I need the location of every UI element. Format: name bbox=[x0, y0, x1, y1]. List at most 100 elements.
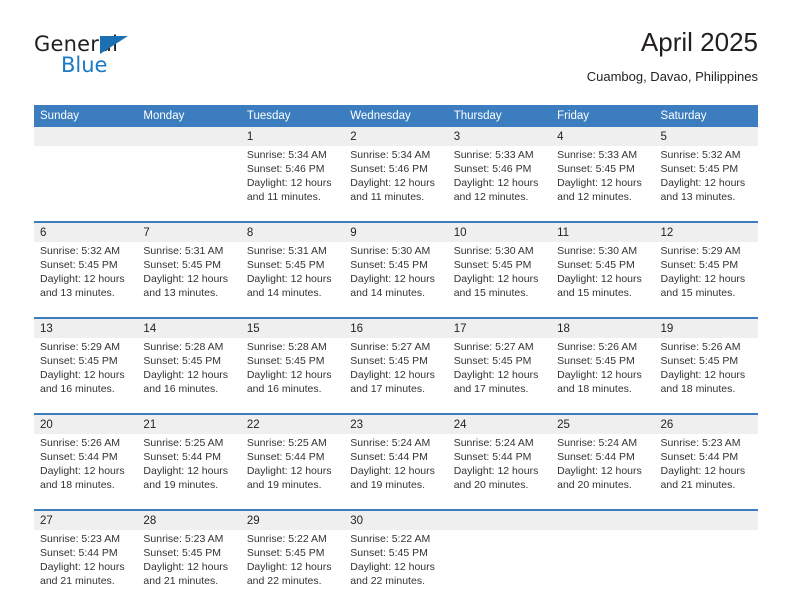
day-number[interactable]: 3 bbox=[447, 127, 552, 146]
daylight-text: Daylight: 12 hours and 12 minutes. bbox=[453, 176, 539, 203]
day-number[interactable]: 2 bbox=[344, 127, 448, 146]
daylight-text: Daylight: 12 hours and 14 minutes. bbox=[350, 272, 435, 299]
day-cell[interactable]: Sunrise: 5:31 AM Sunset: 5:45 PM Daylight:… bbox=[240, 242, 345, 317]
day-cell[interactable]: Sunrise: 5:26 AM Sunset: 5:45 PM Daylight:… bbox=[654, 338, 758, 413]
day-number[interactable]: 17 bbox=[447, 319, 552, 338]
daylight-text: Daylight: 12 hours and 18 minutes. bbox=[40, 464, 125, 491]
sunrise-text: Sunrise: 5:33 AM bbox=[453, 149, 534, 161]
day-number[interactable]: 4 bbox=[551, 127, 655, 146]
daylight-text: Daylight: 12 hours and 22 minutes. bbox=[246, 560, 332, 587]
day-cell[interactable]: Sunrise: 5:31 AM Sunset: 5:45 PM Daylight:… bbox=[137, 242, 241, 317]
day-cell[interactable]: Sunrise: 5:26 AM Sunset: 5:44 PM Daylight:… bbox=[34, 434, 138, 509]
day-number[interactable]: 28 bbox=[137, 511, 241, 530]
day-cell[interactable]: Sunrise: 5:27 AM Sunset: 5:45 PM Daylight:… bbox=[447, 338, 552, 413]
day-number[interactable]: 18 bbox=[551, 319, 655, 338]
day-number[interactable]: 16 bbox=[344, 319, 448, 338]
day-number[interactable]: 24 bbox=[447, 415, 552, 434]
page-header: General Blue April 2025 Cuambog, Davao, … bbox=[34, 28, 758, 98]
day-cell[interactable]: Sunrise: 5:30 AM Sunset: 5:45 PM Daylight:… bbox=[344, 242, 448, 317]
sunset-text: Sunset: 5:45 PM bbox=[143, 354, 222, 367]
day-cell[interactable]: Sunrise: 5:24 AM Sunset: 5:44 PM Daylight:… bbox=[447, 434, 552, 509]
daylight-text: Daylight: 12 hours and 17 minutes. bbox=[453, 368, 539, 395]
day-number[interactable]: 9 bbox=[344, 223, 448, 242]
daylight-text: Daylight: 12 hours and 21 minutes. bbox=[660, 464, 746, 491]
day-cell[interactable]: Sunrise: 5:24 AM Sunset: 5:44 PM Daylight:… bbox=[344, 434, 448, 509]
day-number[interactable]: 19 bbox=[654, 319, 758, 338]
sunrise-text: Sunrise: 5:26 AM bbox=[557, 341, 638, 353]
day-number[interactable]: 6 bbox=[34, 223, 138, 242]
day-number[interactable]: 8 bbox=[240, 223, 345, 242]
day-number[interactable]: 5 bbox=[654, 127, 758, 146]
sunrise-text: Sunrise: 5:22 AM bbox=[350, 533, 431, 545]
day-number[interactable]: 10 bbox=[447, 223, 552, 242]
day-cell[interactable]: Sunrise: 5:26 AM Sunset: 5:45 PM Daylight:… bbox=[551, 338, 655, 413]
daylight-text: Daylight: 12 hours and 13 minutes. bbox=[660, 176, 746, 203]
day-number[interactable]: 29 bbox=[240, 511, 345, 530]
day-cell[interactable]: Sunrise: 5:23 AM Sunset: 5:44 PM Daylight:… bbox=[654, 434, 758, 509]
day-number[interactable]: 30 bbox=[344, 511, 448, 530]
day-number[interactable]: 12 bbox=[654, 223, 758, 242]
weekday-header-sunday: Sunday bbox=[34, 105, 138, 127]
day-cell[interactable]: Sunrise: 5:34 AM Sunset: 5:46 PM Daylight:… bbox=[240, 146, 345, 221]
day-cell[interactable]: Sunrise: 5:22 AM Sunset: 5:45 PM Daylight:… bbox=[344, 530, 448, 605]
daylight-text: Daylight: 12 hours and 13 minutes. bbox=[143, 272, 229, 299]
day-detail-row: Sunrise: 5:23 AM Sunset: 5:44 PM Daylight:… bbox=[34, 530, 758, 605]
day-cell[interactable]: Sunrise: 5:30 AM Sunset: 5:45 PM Daylight:… bbox=[447, 242, 552, 317]
sunrise-text: Sunrise: 5:31 AM bbox=[143, 245, 224, 257]
sunrise-text: Sunrise: 5:30 AM bbox=[557, 245, 638, 257]
day-number-empty bbox=[137, 127, 241, 146]
sunset-text: Sunset: 5:45 PM bbox=[143, 546, 222, 559]
day-number[interactable]: 14 bbox=[137, 319, 241, 338]
day-cell[interactable]: Sunrise: 5:22 AM Sunset: 5:45 PM Daylight:… bbox=[240, 530, 345, 605]
day-number[interactable]: 1 bbox=[240, 127, 345, 146]
day-cell[interactable]: Sunrise: 5:23 AM Sunset: 5:45 PM Daylight:… bbox=[137, 530, 241, 605]
daylight-text: Daylight: 12 hours and 20 minutes. bbox=[453, 464, 539, 491]
day-cell[interactable]: Sunrise: 5:23 AM Sunset: 5:44 PM Daylight:… bbox=[34, 530, 138, 605]
day-cell[interactable]: Sunrise: 5:24 AM Sunset: 5:44 PM Daylight:… bbox=[551, 434, 655, 509]
sunset-text: Sunset: 5:44 PM bbox=[246, 450, 325, 463]
day-cell[interactable]: Sunrise: 5:25 AM Sunset: 5:44 PM Daylight:… bbox=[240, 434, 345, 509]
page-subtitle: Cuambog, Davao, Philippines bbox=[586, 68, 758, 84]
day-cell[interactable]: Sunrise: 5:27 AM Sunset: 5:45 PM Daylight:… bbox=[344, 338, 448, 413]
day-cell[interactable]: Sunrise: 5:28 AM Sunset: 5:45 PM Daylight:… bbox=[137, 338, 241, 413]
weekday-header-monday: Monday bbox=[137, 105, 241, 127]
sunset-text: Sunset: 5:45 PM bbox=[557, 162, 635, 175]
sunset-text: Sunset: 5:44 PM bbox=[40, 546, 118, 559]
sunset-text: Sunset: 5:45 PM bbox=[40, 354, 118, 367]
day-cell[interactable]: Sunrise: 5:29 AM Sunset: 5:45 PM Daylight:… bbox=[34, 338, 138, 413]
day-cell[interactable]: Sunrise: 5:34 AM Sunset: 5:46 PM Daylight:… bbox=[344, 146, 448, 221]
weekday-header-saturday: Saturday bbox=[654, 105, 758, 127]
daylight-text: Daylight: 12 hours and 15 minutes. bbox=[557, 272, 642, 299]
day-number[interactable]: 11 bbox=[551, 223, 655, 242]
day-cell[interactable]: Sunrise: 5:28 AM Sunset: 5:45 PM Daylight:… bbox=[240, 338, 345, 413]
day-number[interactable]: 13 bbox=[34, 319, 138, 338]
day-number-row: 20 21 22 23 24 25 26 bbox=[34, 415, 758, 434]
sunset-text: Sunset: 5:45 PM bbox=[557, 258, 635, 271]
day-cell[interactable]: Sunrise: 5:25 AM Sunset: 5:44 PM Daylight:… bbox=[137, 434, 241, 509]
day-number[interactable]: 15 bbox=[240, 319, 345, 338]
day-detail-row: Sunrise: 5:34 AM Sunset: 5:46 PM Daylight:… bbox=[34, 146, 758, 221]
day-cell[interactable]: Sunrise: 5:33 AM Sunset: 5:46 PM Daylight:… bbox=[447, 146, 552, 221]
day-cell[interactable]: Sunrise: 5:32 AM Sunset: 5:45 PM Daylight:… bbox=[654, 146, 758, 221]
day-number[interactable]: 23 bbox=[344, 415, 448, 434]
day-number[interactable]: 25 bbox=[551, 415, 655, 434]
day-cell[interactable]: Sunrise: 5:32 AM Sunset: 5:45 PM Daylight:… bbox=[34, 242, 138, 317]
day-number[interactable]: 21 bbox=[137, 415, 241, 434]
sunset-text: Sunset: 5:44 PM bbox=[143, 450, 222, 463]
daylight-text: Daylight: 12 hours and 17 minutes. bbox=[350, 368, 435, 395]
day-cell-empty bbox=[447, 530, 552, 605]
day-cell[interactable]: Sunrise: 5:29 AM Sunset: 5:45 PM Daylight:… bbox=[654, 242, 758, 317]
day-number[interactable]: 7 bbox=[137, 223, 241, 242]
sunrise-text: Sunrise: 5:24 AM bbox=[557, 437, 638, 449]
weekday-header-thursday: Thursday bbox=[447, 105, 552, 127]
day-cell[interactable]: Sunrise: 5:30 AM Sunset: 5:45 PM Daylight:… bbox=[551, 242, 655, 317]
day-number[interactable]: 22 bbox=[240, 415, 345, 434]
sunset-text: Sunset: 5:45 PM bbox=[246, 258, 325, 271]
day-cell[interactable]: Sunrise: 5:33 AM Sunset: 5:45 PM Daylight:… bbox=[551, 146, 655, 221]
day-number[interactable]: 20 bbox=[34, 415, 138, 434]
logo-triangle-icon bbox=[100, 36, 128, 54]
day-number[interactable]: 27 bbox=[34, 511, 138, 530]
day-number[interactable]: 26 bbox=[654, 415, 758, 434]
general-blue-logo[interactable]: General Blue bbox=[34, 34, 214, 90]
day-number-empty bbox=[34, 127, 138, 146]
